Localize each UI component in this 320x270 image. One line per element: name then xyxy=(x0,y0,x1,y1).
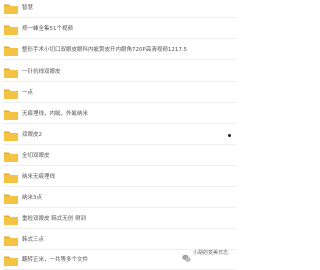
folder-row[interactable]: 整形手术小切口双眼皮眼科内眦赘皮开内眼角720P高清视频1217.5 xyxy=(0,42,236,60)
folder-icon xyxy=(4,24,18,35)
folder-name: 纳米无痕埋线 xyxy=(22,174,56,180)
folder-icon xyxy=(4,172,18,183)
folder-row[interactable]: 郑一峰全集51个视频 xyxy=(0,21,236,39)
folder-name: 整形手术小切口双眼皮眼科内眦赘皮开内眼角720P高清视频1217.5 xyxy=(22,47,188,53)
watermark: 小胡的变美日志 xyxy=(182,246,242,262)
folder-name: 全切双眼皮 xyxy=(22,153,50,159)
folder-name: 智慧 xyxy=(22,5,34,11)
folder-icon xyxy=(4,235,18,246)
folder-row[interactable]: 无痕埋线，内眦，外眦纳米 xyxy=(0,106,236,124)
folder-icon xyxy=(4,193,18,204)
folder-icon xyxy=(4,214,18,225)
folder-icon xyxy=(4,130,18,141)
folder-icon xyxy=(4,151,18,162)
folder-name: 一针抗线双眼皮 xyxy=(22,69,61,75)
folder-icon xyxy=(4,67,18,78)
folder-row[interactable]: 纳米无痕埋线 xyxy=(0,169,236,187)
folder-name: 双眼皮2 xyxy=(22,132,42,138)
folder-name: 一点 xyxy=(22,90,34,96)
folder-name: 纳米3点 xyxy=(22,195,42,201)
folder-row[interactable]: 一点 xyxy=(0,85,236,103)
folder-icon xyxy=(4,109,18,120)
folder-name: 翻转正米，一共等多个文件 xyxy=(22,257,89,263)
folder-name: 无痕埋线，内眦，外眦纳米 xyxy=(22,111,89,117)
folder-icon xyxy=(4,255,18,266)
folder-row[interactable]: 纳米3点 xyxy=(0,190,236,208)
folder-name: 郑一峰全集51个视频 xyxy=(22,26,73,32)
wechat-icon xyxy=(182,248,191,262)
folder-row[interactable]: 一针抗线双眼皮 xyxy=(0,64,236,82)
folder-name: 重睑双眼皮 韩式无创 倒到 xyxy=(22,216,86,222)
folder-icon xyxy=(4,45,18,56)
folder-icon xyxy=(4,3,18,14)
folder-name: 韩式三点 xyxy=(22,237,45,243)
folder-list: 智慧 郑一峰全集51个视频 整形手术小切口双眼皮眼科内眦赘皮开内眼角720P高清… xyxy=(0,0,244,270)
folder-row[interactable]: 重睑双眼皮 韩式无创 倒到 xyxy=(0,211,236,229)
folder-row[interactable]: 智慧 xyxy=(0,0,236,18)
bullet-dot xyxy=(228,133,231,137)
watermark-text: 小胡的变美日志 xyxy=(193,249,229,256)
folder-row[interactable]: 双眼皮2 xyxy=(0,127,236,145)
folder-row[interactable]: 全切双眼皮 xyxy=(0,148,236,166)
folder-icon xyxy=(4,88,18,99)
